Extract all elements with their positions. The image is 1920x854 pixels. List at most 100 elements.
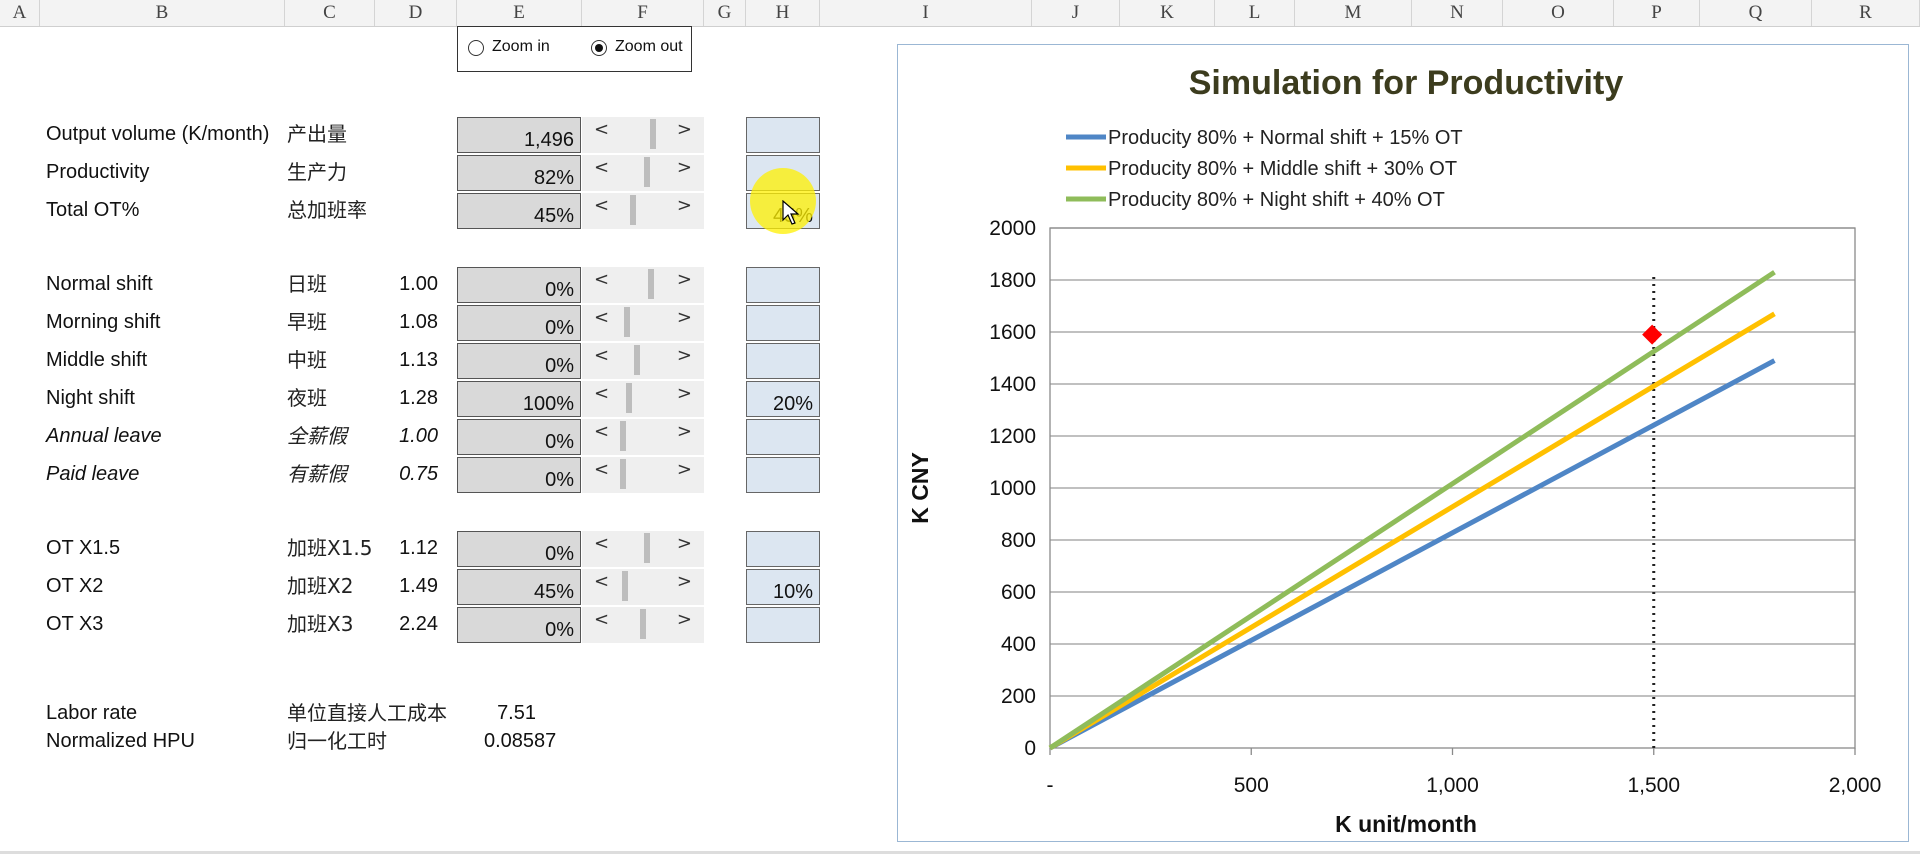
result-cell[interactable] — [746, 531, 820, 567]
scrollbar-control[interactable]: < > — [582, 569, 704, 605]
row-label: Morning shift — [46, 311, 161, 333]
column-header-a[interactable]: A — [0, 0, 40, 26]
scroll-thumb[interactable] — [620, 421, 626, 451]
scroll-left-icon[interactable]: < — [594, 609, 609, 630]
row-label: Annual leave — [46, 425, 162, 447]
scroll-left-icon[interactable]: < — [594, 533, 609, 554]
result-cell[interactable] — [746, 457, 820, 493]
scroll-left-icon[interactable]: < — [594, 421, 609, 442]
scroll-thumb[interactable] — [630, 195, 636, 225]
result-cell[interactable] — [746, 419, 820, 455]
value-input-cell[interactable]: 82% — [457, 155, 581, 191]
column-header-j[interactable]: J — [1032, 0, 1120, 26]
scrollbar-control[interactable]: < > — [582, 457, 704, 493]
scroll-left-icon[interactable]: < — [594, 157, 609, 178]
column-header-l[interactable]: L — [1215, 0, 1295, 26]
scroll-thumb[interactable] — [640, 609, 646, 639]
row-label: OT X3 — [46, 613, 104, 635]
scroll-left-icon[interactable]: < — [594, 383, 609, 404]
scroll-thumb[interactable] — [620, 459, 626, 489]
value-input-cell[interactable]: 0% — [457, 305, 581, 341]
result-cell[interactable]: 10% — [746, 569, 820, 605]
scrollbar-control[interactable]: < > — [582, 531, 704, 567]
scroll-left-icon[interactable]: < — [594, 571, 609, 592]
scroll-right-icon[interactable]: > — [677, 195, 692, 216]
column-header-i[interactable]: I — [820, 0, 1032, 26]
row-label-cn: 加班X2 — [287, 574, 354, 598]
scroll-right-icon[interactable]: > — [677, 307, 692, 328]
scroll-thumb[interactable] — [634, 345, 640, 375]
scroll-right-icon[interactable]: > — [677, 157, 692, 178]
value-input-cell[interactable]: 45% — [457, 193, 581, 229]
scroll-right-icon[interactable]: > — [677, 383, 692, 404]
column-header-f[interactable]: F — [582, 0, 704, 26]
result-cell[interactable] — [746, 305, 820, 341]
scroll-right-icon[interactable]: > — [677, 459, 692, 480]
column-header-c[interactable]: C — [285, 0, 375, 26]
scroll-right-icon[interactable]: > — [677, 609, 692, 630]
value-input-cell[interactable]: 100% — [457, 381, 581, 417]
scrollbar-control[interactable]: < > — [582, 305, 704, 341]
column-header-o[interactable]: O — [1503, 0, 1614, 26]
result-cell[interactable] — [746, 607, 820, 643]
scroll-left-icon[interactable]: < — [594, 119, 609, 140]
scroll-left-icon[interactable]: < — [594, 195, 609, 216]
column-header-b[interactable]: B — [40, 0, 285, 26]
scroll-thumb[interactable] — [626, 383, 632, 413]
scrollbar-control[interactable]: < > — [582, 419, 704, 455]
scroll-thumb[interactable] — [648, 269, 654, 299]
scroll-right-icon[interactable]: > — [677, 571, 692, 592]
value-input-cell[interactable]: 1,496 — [457, 117, 581, 153]
value-input-cell[interactable]: 0% — [457, 419, 581, 455]
zoom-out-label: Zoom out — [615, 38, 683, 55]
scroll-right-icon[interactable]: > — [677, 533, 692, 554]
scrollbar-control[interactable]: < > — [582, 155, 704, 191]
column-header-m[interactable]: M — [1295, 0, 1412, 26]
scrollbar-control[interactable]: < > — [582, 193, 704, 229]
column-header-d[interactable]: D — [375, 0, 457, 26]
scroll-thumb[interactable] — [622, 571, 628, 601]
column-header-h[interactable]: H — [746, 0, 820, 26]
value-input-cell[interactable]: 0% — [457, 343, 581, 379]
scroll-left-icon[interactable]: < — [594, 269, 609, 290]
result-cell[interactable] — [746, 117, 820, 153]
scroll-thumb[interactable] — [644, 533, 650, 563]
scroll-right-icon[interactable]: > — [677, 421, 692, 442]
scroll-thumb[interactable] — [644, 157, 650, 187]
scroll-right-icon[interactable]: > — [677, 269, 692, 290]
value-input-cell[interactable]: 45% — [457, 569, 581, 605]
scrollbar-control[interactable]: < > — [582, 343, 704, 379]
scroll-thumb[interactable] — [624, 307, 630, 337]
scroll-right-icon[interactable]: > — [677, 119, 692, 140]
y-tick-label: 200 — [1001, 685, 1036, 708]
column-header-q[interactable]: Q — [1700, 0, 1812, 26]
value-input-cell[interactable]: 0% — [457, 267, 581, 303]
scrollbar-control[interactable]: < > — [582, 267, 704, 303]
value-input-cell[interactable]: 0% — [457, 457, 581, 493]
zoom-out-radio[interactable] — [591, 40, 607, 56]
column-header-k[interactable]: K — [1120, 0, 1215, 26]
scroll-left-icon[interactable]: < — [594, 345, 609, 366]
value-input-cell[interactable]: 0% — [457, 607, 581, 643]
scroll-right-icon[interactable]: > — [677, 345, 692, 366]
result-cell[interactable] — [746, 343, 820, 379]
scrollbar-control[interactable]: < > — [582, 607, 704, 643]
column-header-p[interactable]: P — [1614, 0, 1700, 26]
scrollbar-control[interactable]: < > — [582, 117, 704, 153]
scrollbar-control[interactable]: < > — [582, 381, 704, 417]
scroll-left-icon[interactable]: < — [594, 307, 609, 328]
value-input-cell[interactable]: 0% — [457, 531, 581, 567]
zoom-in-radio[interactable] — [468, 40, 484, 56]
series-line-3 — [1048, 270, 1776, 751]
row-label-cn: 加班X1.5 — [287, 536, 373, 560]
zoom-in-label: Zoom in — [492, 38, 550, 55]
column-header-e[interactable]: E — [457, 0, 582, 26]
scroll-thumb[interactable] — [650, 119, 656, 149]
scroll-left-icon[interactable]: < — [594, 459, 609, 480]
column-header-n[interactable]: N — [1412, 0, 1503, 26]
result-cell[interactable]: 20% — [746, 381, 820, 417]
column-header-r[interactable]: R — [1812, 0, 1920, 26]
productivity-chart[interactable]: Simulation for Productivity Producity 80%… — [897, 44, 1909, 842]
column-header-g[interactable]: G — [704, 0, 746, 26]
result-cell[interactable] — [746, 267, 820, 303]
